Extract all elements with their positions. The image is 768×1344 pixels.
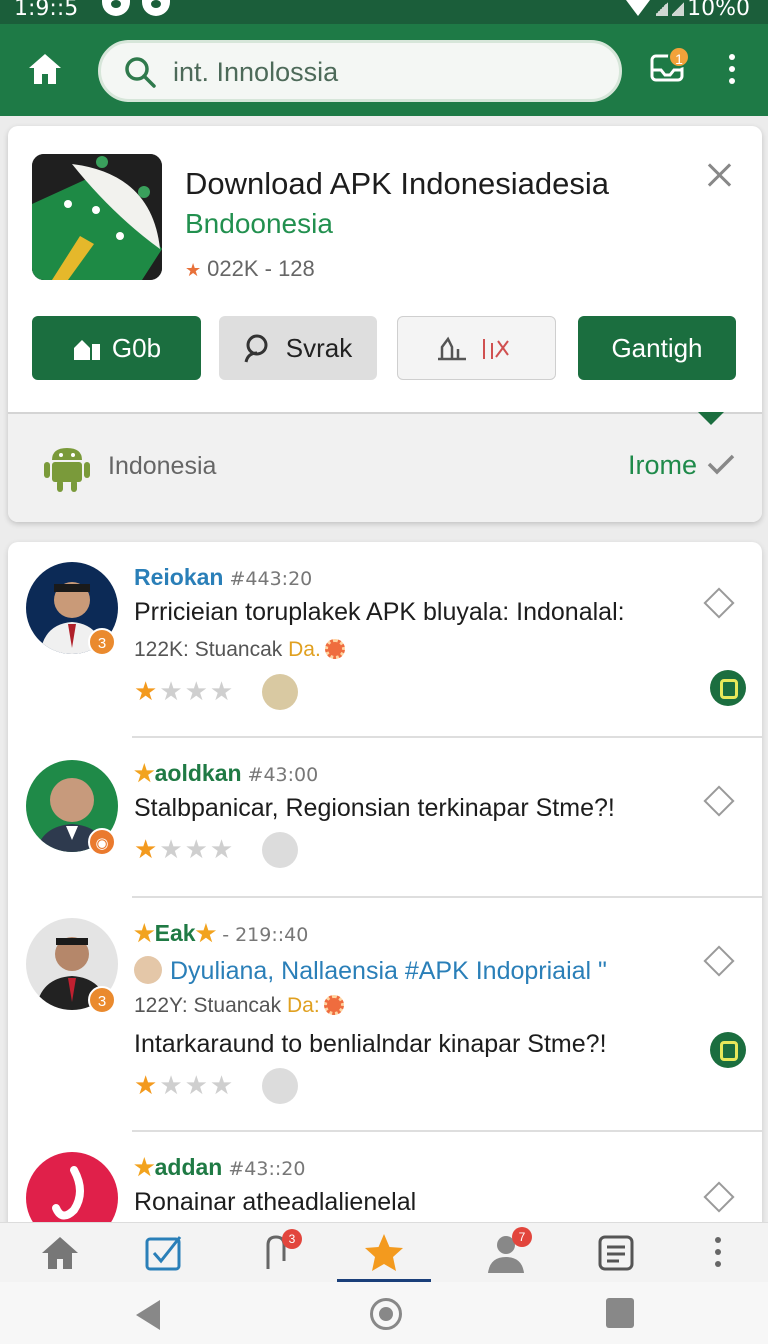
signal-icon-2 <box>672 0 684 16</box>
star-rating: ★★★★ <box>134 676 236 706</box>
search-bar[interactable]: int. Innolossia <box>98 40 622 102</box>
fire-icon <box>323 995 344 1015</box>
verified-badge-icon <box>710 670 746 706</box>
bookmark-icon[interactable] <box>703 945 735 977</box>
author-name: addan <box>154 1154 223 1180</box>
status-bar: 1:9::5 10%0 <box>0 0 768 24</box>
get-button-label: G0b <box>111 332 162 363</box>
battery-text: 10%0 <box>687 0 750 21</box>
recents-icon[interactable] <box>606 1298 634 1328</box>
star-rating: ★★★★ <box>134 834 236 864</box>
review-mention[interactable]: Dyuliana, Nallaensia #APK Indopriaial " <box>134 956 607 986</box>
meta-prefix: 122K: Stuancak <box>134 638 283 661</box>
caret-indicator <box>698 412 724 425</box>
search-button-label: Svrak <box>285 332 353 363</box>
app-logo <box>32 154 162 280</box>
review-time: #43:00 <box>247 764 319 786</box>
android-icon <box>44 448 90 492</box>
home-button[interactable] <box>22 46 68 92</box>
tab-favorites-icon[interactable] <box>362 1231 406 1275</box>
bookmark-icon[interactable] <box>703 785 735 817</box>
tab-badge: 7 <box>512 1227 532 1247</box>
review-item[interactable]: 3 Reiokan #443:20 Prricieian toruplakek A… <box>8 542 762 738</box>
mention-text: Dyuliana, Nallaensia #APK Indopriaial " <box>170 957 607 985</box>
tools-icon <box>437 336 509 361</box>
user-search-icon <box>244 334 268 363</box>
avatar-badge: 3 <box>88 628 116 656</box>
meta-highlight: Da. <box>288 638 321 661</box>
review-author[interactable]: ★Eak★ - 219::40 <box>134 920 308 947</box>
app-meta-text: 022K - 128 <box>207 256 315 281</box>
review-time: - 219::40 <box>222 924 309 946</box>
author-name: Eak <box>154 920 196 946</box>
gantigh-button[interactable]: Gantigh <box>578 316 736 380</box>
app-status-icon <box>142 0 170 16</box>
review-feed: 3 Reiokan #443:20 Prricieian toruplakek A… <box>8 542 762 1242</box>
app-title: Download APK Indonesiadesia <box>185 166 609 201</box>
region-label: Indonesia <box>108 452 217 480</box>
get-button[interactable]: G0b <box>32 316 201 380</box>
review-text: Ronainar atheadlalienelal <box>134 1188 417 1216</box>
tools-button[interactable] <box>397 316 556 380</box>
signal-icon <box>656 0 668 16</box>
app-meta: ★ 022K - 128 <box>185 256 315 282</box>
review-item[interactable]: ◉ ★aoldkan #43:00 Stalbpanicar, Regionsia… <box>8 738 762 898</box>
system-navigation <box>0 1282 768 1344</box>
review-time: #443:20 <box>229 568 313 590</box>
review-author[interactable]: ★aoldkan #43:00 <box>134 760 318 787</box>
mention-avatar <box>134 956 162 984</box>
tab-badge: 3 <box>282 1229 302 1249</box>
status-time: 1:9::5 <box>14 0 79 21</box>
reaction-icon[interactable] <box>262 832 298 868</box>
meta-highlight: Da: <box>286 994 320 1017</box>
more-options-button[interactable] <box>722 54 742 90</box>
avatar-badge: ◉ <box>88 828 116 856</box>
tab-more-button[interactable] <box>714 1237 722 1273</box>
region-selector[interactable]: Indonesia Irome <box>8 412 762 522</box>
meta-prefix: 122Y: Stuancak <box>134 994 282 1017</box>
bookmark-icon[interactable] <box>703 1181 735 1213</box>
search-input[interactable]: int. Innolossia <box>173 57 338 88</box>
close-button[interactable] <box>702 158 736 192</box>
review-text: Stalbpanicar, Regionsian terkinapar Stme… <box>134 794 615 822</box>
tab-news-icon[interactable] <box>594 1231 638 1275</box>
region-value: Irome <box>628 450 698 480</box>
author-name: aoldkan <box>154 760 242 786</box>
wifi-icon <box>626 0 650 16</box>
review-author[interactable]: Reiokan #443:20 <box>134 564 312 591</box>
review-meta: 122Y: Stuancak Da: <box>134 994 344 1018</box>
app-bar: int. Innolossia 1 <box>0 24 768 116</box>
review-author[interactable]: ★addan #43::20 <box>134 1154 305 1181</box>
review-text: Intarkaraund to benlialndar kinapar Stme… <box>134 1030 607 1058</box>
review-meta: 122K: Stuancak Da. <box>134 638 345 662</box>
review-item[interactable]: 3 ★Eak★ - 219::40 Dyuliana, Nallaensia #A… <box>8 898 762 1132</box>
bottom-tab-bar: 3 7 <box>0 1222 768 1282</box>
home-nav-icon[interactable] <box>370 1298 402 1330</box>
review-time: #43::20 <box>228 1158 306 1180</box>
star-rating: ★★★★ <box>134 1070 236 1100</box>
reaction-icon[interactable] <box>262 674 298 710</box>
tab-home-icon[interactable] <box>38 1231 82 1275</box>
notification-badge: 1 <box>668 46 690 68</box>
notification-icon <box>102 0 130 16</box>
tab-tasks-icon[interactable] <box>142 1231 186 1275</box>
reaction-icon[interactable] <box>262 1068 298 1104</box>
author-name: Reiokan <box>134 564 224 590</box>
search-icon <box>125 57 156 88</box>
back-icon[interactable] <box>136 1300 160 1330</box>
home-icon <box>29 54 61 84</box>
fire-icon <box>324 639 345 659</box>
avatar-badge: 3 <box>88 986 116 1014</box>
bookmark-icon[interactable] <box>703 587 735 619</box>
app-card: Download APK Indonesiadesia Bndoonesia ★… <box>8 126 762 522</box>
check-icon <box>707 454 735 475</box>
gantigh-button-label: Gantigh <box>611 332 703 363</box>
app-developer-link[interactable]: Bndoonesia <box>185 208 333 240</box>
star-icon: ★ <box>185 260 202 280</box>
verified-badge-icon <box>710 1032 746 1068</box>
building-icon <box>73 340 100 360</box>
review-text: Prricieian toruplakek APK bluyala: Indon… <box>134 598 625 626</box>
search-button[interactable]: Svrak <box>219 316 377 380</box>
